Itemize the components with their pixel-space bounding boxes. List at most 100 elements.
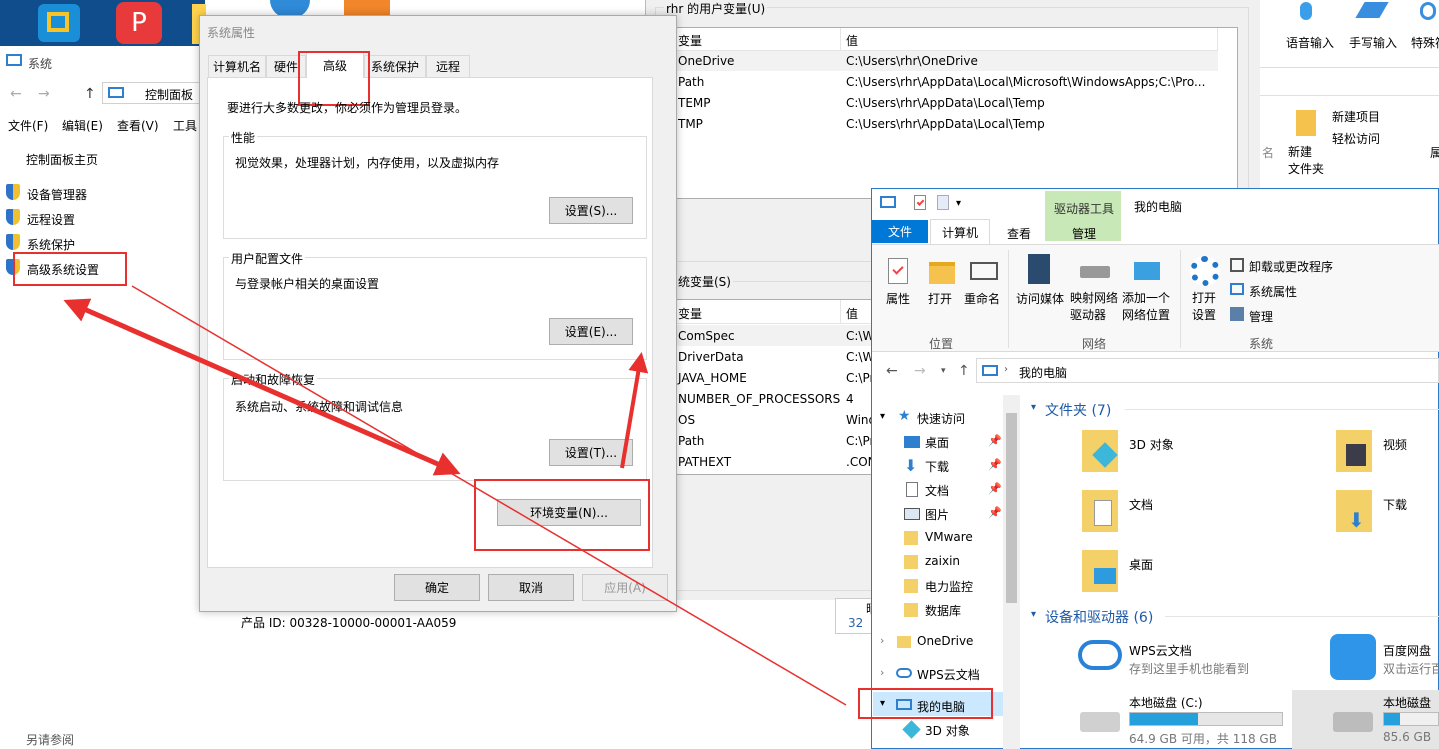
folder-downloads[interactable]: 下载 bbox=[1383, 496, 1407, 513]
desktop-app-2-icon[interactable]: P bbox=[116, 2, 162, 44]
ribbon-manage-tab[interactable]: 管理 bbox=[1072, 225, 1096, 242]
pin-icon[interactable]: 📌 bbox=[988, 482, 1002, 495]
table-row[interactable]: C:\Users\rhr\AppData\Local\Temp bbox=[846, 117, 1045, 131]
system-protection-link[interactable]: 系统保护 bbox=[27, 236, 75, 253]
pin-icon[interactable]: 📌 bbox=[988, 458, 1002, 471]
ribbon-open[interactable]: 打开 bbox=[928, 290, 952, 307]
folder-documents[interactable]: 文档 bbox=[1129, 496, 1153, 513]
nav-pictures[interactable]: 图片 bbox=[925, 506, 949, 523]
explorer-back-icon[interactable]: ← bbox=[886, 363, 898, 379]
table-row[interactable]: C:\Users\rhr\OneDrive bbox=[846, 54, 978, 68]
menu-edit[interactable]: 编辑(E) bbox=[62, 117, 103, 134]
explorer-up-icon[interactable]: ↑ bbox=[958, 363, 970, 379]
ribbon-uninstall[interactable]: 卸载或更改程序 bbox=[1249, 258, 1333, 275]
bg-new-item-label[interactable]: 新建项目 bbox=[1332, 108, 1380, 125]
ribbon-map-drive[interactable]: 映射网络 驱动器 bbox=[1070, 290, 1118, 324]
table-row[interactable]: OS bbox=[678, 413, 695, 427]
tab-system-protection[interactable]: 系统保护 bbox=[364, 55, 426, 77]
tab-computer-name[interactable]: 计算机名 bbox=[208, 55, 266, 77]
recent-dropdown-icon[interactable]: ▾ bbox=[941, 366, 946, 376]
nav-desktop[interactable]: 桌面 bbox=[925, 434, 949, 451]
special-symbol-icon[interactable] bbox=[1420, 2, 1436, 20]
apply-button[interactable]: 应用(A) bbox=[582, 574, 668, 601]
forward-arrow-icon[interactable]: → bbox=[38, 86, 50, 102]
devices-header[interactable]: 设备和驱动器 (6) bbox=[1045, 607, 1153, 627]
nav-wps[interactable]: WPS云文档 bbox=[917, 666, 980, 683]
nav-3d-objects[interactable]: 3D 对象 bbox=[925, 722, 970, 739]
nav-quick-access[interactable]: 快速访问 bbox=[917, 410, 965, 427]
table-row[interactable]: DriverData bbox=[678, 350, 744, 364]
table-row[interactable]: ComSpec bbox=[678, 329, 735, 343]
folder-desktop[interactable]: 桌面 bbox=[1129, 556, 1153, 573]
properties-qat-icon[interactable] bbox=[914, 195, 926, 210]
qat-dropdown-icon[interactable]: ▾ bbox=[956, 198, 961, 209]
control-panel-home-link[interactable]: 控制面板主页 bbox=[26, 151, 98, 168]
ribbon-access-media[interactable]: 访问媒体 bbox=[1016, 290, 1064, 307]
table-row[interactable]: NUMBER_OF_PROCESSORS bbox=[678, 392, 840, 406]
ribbon-computer-tab[interactable]: 计算机 bbox=[930, 219, 990, 245]
microphone-icon[interactable] bbox=[1300, 2, 1312, 20]
nav-folder-zaixin[interactable]: zaixin bbox=[925, 554, 960, 568]
nav-documents[interactable]: 文档 bbox=[925, 482, 949, 499]
folders-collapse-icon[interactable]: ▾ bbox=[1031, 402, 1036, 413]
ribbon-open-settings[interactable]: 打开 设置 bbox=[1192, 290, 1216, 324]
folder-videos[interactable]: 视频 bbox=[1383, 436, 1407, 453]
ime-special-label[interactable]: 特殊符 bbox=[1411, 34, 1439, 51]
folder-3d-objects[interactable]: 3D 对象 bbox=[1129, 436, 1174, 453]
startup-settings-button[interactable]: 设置(T)... bbox=[549, 439, 633, 466]
new-folder-qat-icon[interactable] bbox=[937, 195, 949, 210]
collapse-icon[interactable]: › bbox=[880, 666, 884, 679]
table-row[interactable]: TEMP bbox=[678, 96, 711, 110]
ribbon-manage[interactable]: 管理 bbox=[1249, 308, 1273, 325]
table-row[interactable]: TMP bbox=[678, 117, 703, 131]
nav-scrollbar[interactable] bbox=[1003, 395, 1020, 749]
ribbon-file-tab[interactable]: 文件 bbox=[872, 220, 928, 243]
explorer-forward-icon[interactable]: → bbox=[914, 363, 926, 379]
user-col-var[interactable]: 变量 bbox=[678, 32, 702, 49]
nav-folder-power[interactable]: 电力监控 bbox=[925, 578, 973, 595]
device-baidu-name[interactable]: 百度网盘 bbox=[1383, 642, 1431, 659]
nav-folder-vmware[interactable]: VMware bbox=[925, 530, 973, 544]
pin-icon[interactable]: 📌 bbox=[988, 434, 1002, 447]
expand-icon[interactable]: ▾ bbox=[880, 411, 885, 422]
table-row[interactable]: C:\Users\rhr\AppData\Local\Temp bbox=[846, 96, 1045, 110]
tab-remote[interactable]: 远程 bbox=[426, 55, 470, 77]
table-row[interactable]: C:\Users\rhr\AppData\Local\Microsoft\Win… bbox=[846, 75, 1205, 89]
ime-handwrite-label[interactable]: 手写输入 bbox=[1349, 34, 1397, 51]
perf-settings-button[interactable]: 设置(S)... bbox=[549, 197, 633, 224]
profile-settings-button[interactable]: 设置(E)... bbox=[549, 318, 633, 345]
ok-button[interactable]: 确定 bbox=[394, 574, 480, 601]
devices-collapse-icon[interactable]: ▾ bbox=[1031, 609, 1036, 620]
table-row[interactable]: JAVA_HOME bbox=[678, 371, 747, 385]
sys-col-var[interactable]: 变量 bbox=[678, 305, 702, 322]
nav-downloads[interactable]: 下载 bbox=[925, 458, 949, 475]
table-row[interactable]: Path bbox=[678, 434, 704, 448]
sys-col-val[interactable]: 值 bbox=[846, 305, 858, 322]
ribbon-properties[interactable]: 属性 bbox=[886, 290, 910, 307]
collapse-icon[interactable]: › bbox=[880, 634, 884, 647]
table-row[interactable]: Path bbox=[678, 75, 704, 89]
up-arrow-icon[interactable]: ↑ bbox=[84, 86, 96, 102]
table-row[interactable]: OneDrive bbox=[678, 54, 734, 68]
menu-tools[interactable]: 工具 bbox=[173, 117, 197, 134]
ime-voice-label[interactable]: 语音输入 bbox=[1286, 34, 1334, 51]
device-c-name[interactable]: 本地磁盘 (C:) bbox=[1129, 694, 1203, 711]
device-wps-name[interactable]: WPS云文档 bbox=[1129, 642, 1192, 659]
ribbon-system-properties[interactable]: 系统属性 bbox=[1249, 283, 1297, 300]
bg-easy-access-label[interactable]: 轻松访问 bbox=[1332, 130, 1380, 147]
table-row[interactable]: 4 bbox=[846, 392, 854, 406]
folders-header[interactable]: 文件夹 (7) bbox=[1045, 400, 1111, 420]
user-col-val[interactable]: 值 bbox=[846, 32, 858, 49]
cancel-button[interactable]: 取消 bbox=[488, 574, 574, 601]
ribbon-view-tab[interactable]: 查看 bbox=[1007, 225, 1031, 242]
desktop-app-1-icon[interactable] bbox=[38, 4, 80, 42]
device-manager-link[interactable]: 设备管理器 bbox=[27, 186, 87, 203]
pin-icon[interactable]: 📌 bbox=[988, 506, 1002, 519]
table-row[interactable]: PATHEXT bbox=[678, 455, 731, 469]
device-d-name[interactable]: 本地磁盘 bbox=[1383, 694, 1431, 711]
ribbon-add-network[interactable]: 添加一个 网络位置 bbox=[1122, 290, 1170, 324]
nav-onedrive[interactable]: OneDrive bbox=[917, 634, 973, 648]
nav-folder-database[interactable]: 数据库 bbox=[925, 602, 961, 619]
back-arrow-icon[interactable]: ← bbox=[10, 86, 22, 102]
remote-settings-link[interactable]: 远程设置 bbox=[27, 211, 75, 228]
